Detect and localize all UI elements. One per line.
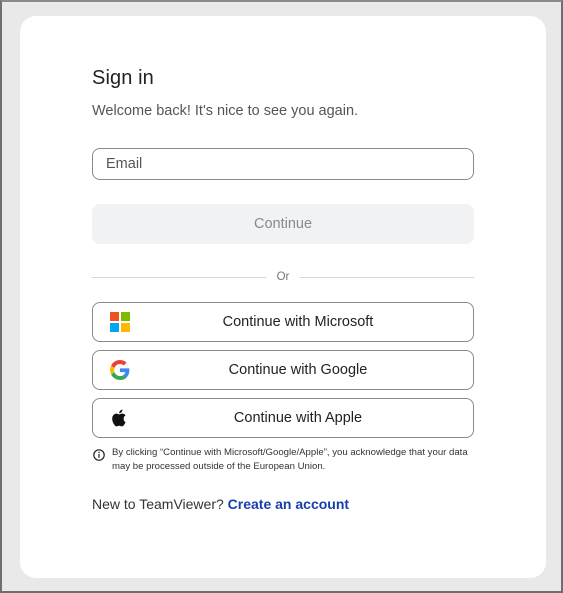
info-icon bbox=[93, 448, 105, 461]
page-subtitle: Welcome back! It's nice to see you again… bbox=[92, 103, 359, 119]
continue-with-google-button[interactable]: Continue with Google bbox=[92, 350, 474, 390]
or-divider: Or bbox=[92, 269, 474, 285]
signup-prompt-text: New to TeamViewer? bbox=[92, 496, 224, 512]
browser-window: Sign in Welcome back! It's nice to see y… bbox=[0, 0, 563, 593]
disclaimer-text: By clicking “Continue with Microsoft/Goo… bbox=[112, 447, 468, 472]
continue-with-apple-button[interactable]: Continue with Apple bbox=[92, 398, 474, 438]
page-title: Sign in bbox=[92, 67, 154, 89]
email-input[interactable] bbox=[92, 148, 474, 180]
divider-line-right bbox=[300, 277, 474, 278]
apple-button-label: Continue with Apple bbox=[233, 410, 363, 426]
microsoft-button-label: Continue with Microsoft bbox=[222, 314, 374, 330]
create-account-link[interactable]: Create an account bbox=[228, 496, 349, 512]
continue-button[interactable]: Continue bbox=[92, 204, 474, 244]
signin-card: Sign in Welcome back! It's nice to see y… bbox=[20, 16, 546, 578]
continue-with-microsoft-button[interactable]: Continue with Microsoft bbox=[92, 302, 474, 342]
google-button-label: Continue with Google bbox=[228, 362, 368, 378]
signup-prompt: New to TeamViewer? Create an account bbox=[92, 496, 349, 512]
